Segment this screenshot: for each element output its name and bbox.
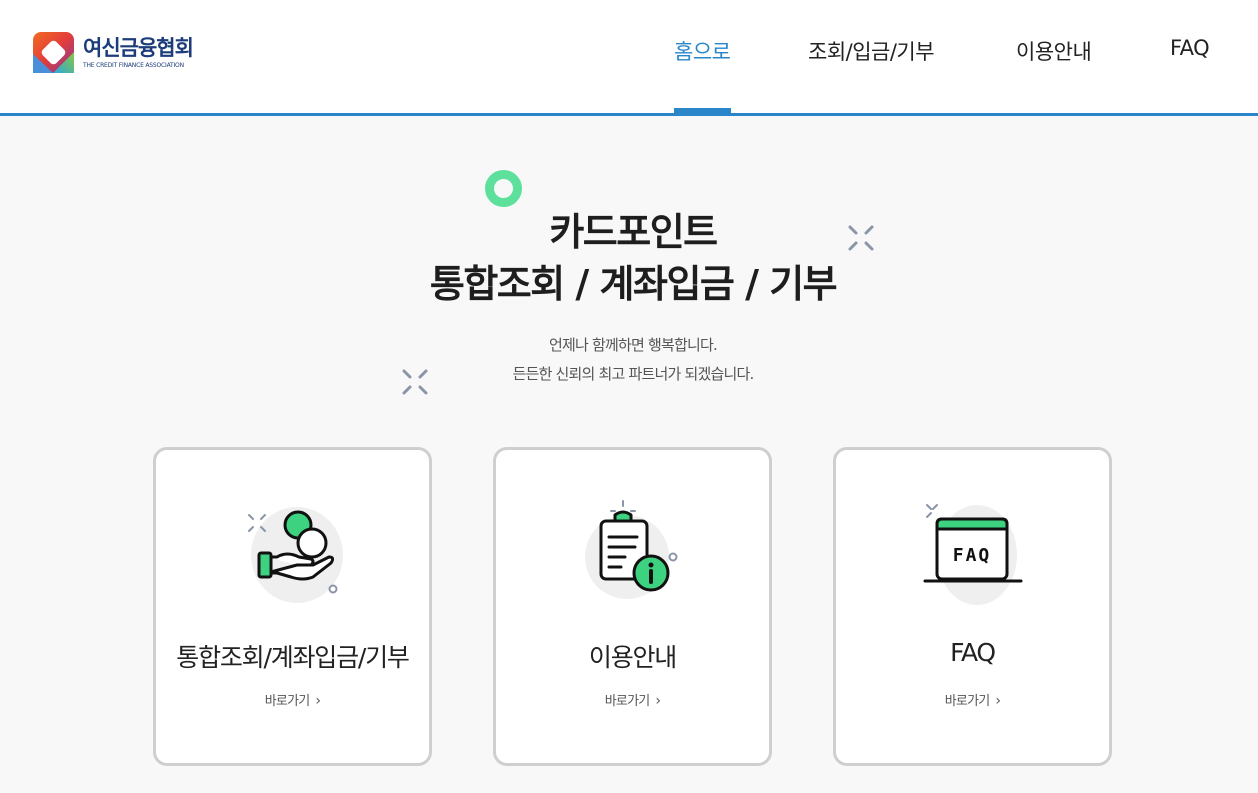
decorative-ring [485,170,522,207]
chevron-right-icon: › [995,693,1001,709]
chevron-right-icon: › [315,693,321,709]
hero-title: 카드포인트 통합조회 / 계좌입금 / 기부 [0,206,1258,310]
chevron-right-icon: › [655,693,661,709]
nav-guide[interactable]: 이용안내 [1016,36,1092,66]
coin-hand-icon [248,507,343,603]
hero-subtitle-line2: 든든한 신뢰의 최고 파트너가 되겠습니다. [512,365,755,383]
card-title: FAQ [950,638,996,667]
logo-korean-text: 여신금융협회 [83,36,194,60]
faq-board-icon: FAQ [923,504,1023,605]
hero-title-line2: 통합조회 / 계좌입금 / 기부 [429,262,838,306]
logo-mark-icon [33,32,74,73]
card-shortcut-link[interactable]: 바로가기 › [496,690,769,709]
site-header: 여신금융협회 THE CREDIT FINANCE ASSOCIATION 홈으… [0,0,1258,116]
card-faq[interactable]: FAQ FAQ 바로가기 › [833,447,1112,766]
card-guide[interactable]: 이용안내 바로가기 › [493,447,772,766]
clipboard-info-icon [585,500,678,599]
nav-inquiry-deposit-donate[interactable]: 조회/입금/기부 [808,36,935,66]
nav-home[interactable]: 홈으로 [674,36,731,66]
hero-subtitle: 언제나 함께하면 행복합니다. 든든한 신뢰의 최고 파트너가 되겠습니다. [0,331,1258,389]
card-link-label: 바로가기 [604,694,650,709]
card-shortcut-link[interactable]: 바로가기 › [156,690,429,709]
nav-active-indicator [674,108,731,113]
hero-title-line1: 카드포인트 [549,210,718,254]
nav-faq[interactable]: FAQ [1170,36,1210,60]
card-inquiry-deposit-donate[interactable]: 통합조회/계좌입금/기부 바로가기 › [153,447,432,766]
logo-english-text: THE CREDIT FINANCE ASSOCIATION [83,62,184,69]
card-title: 이용안내 [588,643,677,672]
card-title: 통합조회/계좌입금/기부 [176,643,410,672]
hero-subtitle-line1: 언제나 함께하면 행복합니다. [549,336,718,354]
site-logo[interactable]: 여신금융협회 THE CREDIT FINANCE ASSOCIATION [33,32,194,73]
faq-icon-text: FAQ [953,545,992,566]
card-shortcut-link[interactable]: 바로가기 › [836,690,1109,709]
card-link-label: 바로가기 [264,694,310,709]
card-link-label: 바로가기 [944,694,990,709]
